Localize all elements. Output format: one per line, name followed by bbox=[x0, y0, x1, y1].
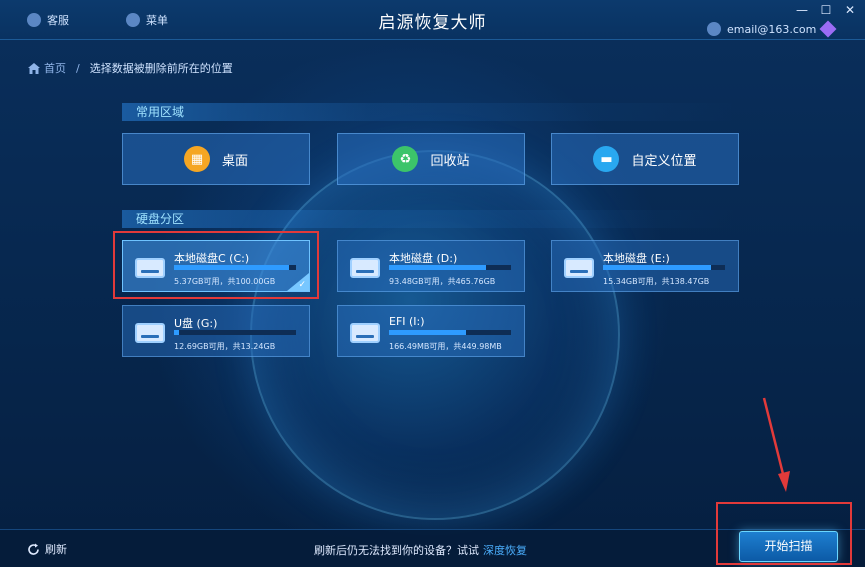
title-bar: 客服 菜单 启源恢复大师 email@163.com — ☐ ✕ bbox=[0, 0, 865, 40]
user-icon bbox=[707, 22, 721, 36]
drive-usage-fill bbox=[603, 265, 712, 270]
cloud-drive-icon bbox=[350, 258, 380, 278]
breadcrumb-separator: / bbox=[76, 61, 80, 75]
breadcrumb: 首页 / 选择数据被删除前所在的位置 bbox=[28, 60, 233, 76]
desktop-grid-icon: ▦ bbox=[183, 146, 210, 172]
annotation-box-scan bbox=[716, 502, 852, 565]
close-button[interactable]: ✕ bbox=[843, 3, 857, 17]
drive-name: U盘 (G:) bbox=[174, 317, 218, 330]
maximize-button[interactable]: ☐ bbox=[819, 3, 833, 17]
deep-recovery-link[interactable]: 深度恢复 bbox=[483, 544, 527, 557]
folder-icon: ▬ bbox=[593, 146, 620, 172]
drive-usage-bar bbox=[174, 330, 296, 335]
drive-usage-bar bbox=[389, 330, 511, 335]
hint-text: 刷新后仍无法找到你的设备？试试 深度恢复 bbox=[314, 542, 527, 558]
drive-e[interactable]: 本地磁盘 (E:) 15.34GB可用，共138.47GB bbox=[551, 240, 739, 292]
window-controls: — ☐ ✕ bbox=[795, 3, 857, 17]
drive-usage-bar bbox=[603, 265, 725, 270]
recycle-icon: ♻ bbox=[392, 146, 419, 172]
location-custom-label: 自定义位置 bbox=[631, 153, 697, 169]
location-desktop[interactable]: ▦ 桌面 bbox=[122, 133, 310, 185]
drive-size: 166.49MB可用，共449.98MB bbox=[389, 342, 502, 351]
location-desktop-label: 桌面 bbox=[221, 153, 248, 169]
hint-message: 刷新后仍无法找到你的设备？试试 bbox=[314, 544, 479, 557]
location-custom[interactable]: ▬ 自定义位置 bbox=[551, 133, 739, 185]
drive-g[interactable]: U盘 (G:) 12.69GB可用，共13.24GB bbox=[122, 305, 310, 357]
section-disk-partitions: 硬盘分区 bbox=[122, 210, 739, 228]
cloud-drive-icon bbox=[564, 258, 594, 278]
drive-usage-fill bbox=[174, 330, 180, 335]
vip-icon bbox=[819, 20, 837, 38]
drive-size: 12.69GB可用，共13.24GB bbox=[174, 342, 276, 351]
breadcrumb-home[interactable]: 首页 bbox=[28, 60, 66, 76]
drive-usage-fill bbox=[389, 330, 466, 335]
drive-name: 本地磁盘 (D:) bbox=[389, 252, 458, 265]
refresh-icon bbox=[28, 543, 39, 555]
drive-name: EFI (I:) bbox=[389, 315, 425, 328]
user-email: email@163.com bbox=[727, 22, 817, 36]
location-recycle-bin-label: 回收站 bbox=[430, 153, 470, 169]
breadcrumb-home-label: 首页 bbox=[44, 62, 66, 75]
usb-drive-icon bbox=[135, 323, 165, 343]
drive-size: 93.48GB可用，共465.76GB bbox=[389, 277, 496, 286]
annotation-box-drive-c bbox=[113, 231, 319, 299]
refresh-button[interactable]: 刷新 bbox=[27, 541, 67, 557]
user-account[interactable]: email@163.com bbox=[707, 20, 837, 38]
breadcrumb-current: 选择数据被删除前所在的位置 bbox=[89, 62, 233, 75]
home-icon bbox=[28, 62, 40, 74]
drive-d[interactable]: 本地磁盘 (D:) 93.48GB可用，共465.76GB bbox=[337, 240, 525, 292]
section-common-locations: 常用区域 bbox=[122, 103, 739, 121]
drive-usage-fill bbox=[389, 265, 487, 270]
drive-i[interactable]: EFI (I:) 166.49MB可用，共449.98MB bbox=[337, 305, 525, 357]
minimize-button[interactable]: — bbox=[795, 3, 809, 17]
location-recycle-bin[interactable]: ♻ 回收站 bbox=[337, 133, 525, 185]
drive-name: 本地磁盘 (E:) bbox=[603, 252, 670, 265]
drive-size: 15.34GB可用，共138.47GB bbox=[603, 277, 710, 286]
drive-usage-bar bbox=[389, 265, 511, 270]
usb-drive-icon bbox=[350, 323, 380, 343]
refresh-label: 刷新 bbox=[45, 543, 67, 556]
